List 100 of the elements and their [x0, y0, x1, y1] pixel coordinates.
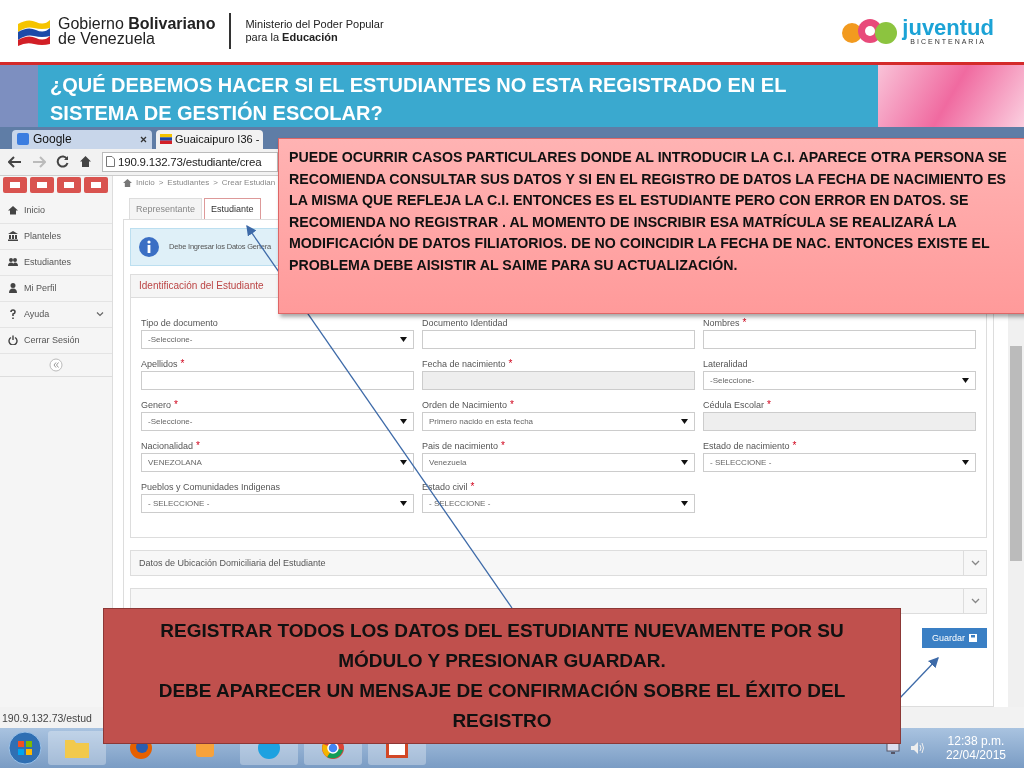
breadcrumb-link[interactable]: Estudiantes — [167, 178, 210, 188]
field-label: Orden de Nacimiento — [422, 398, 508, 412]
dropdown-arrow-icon — [681, 418, 688, 424]
government-name: Gobierno Bolivariano — [58, 16, 216, 31]
sidebar-item[interactable]: Inicio — [0, 197, 112, 224]
ministry-name: para la Educación — [245, 31, 339, 44]
sidebar-item[interactable]: Cerrar Sesión — [0, 327, 112, 354]
ministry-name: Ministerio del Poder Popular — [245, 18, 384, 31]
government-name: de Venezuela — [58, 31, 156, 46]
clock-date: 22/04/2015 — [945, 748, 1006, 762]
toolbar-shortcut-icon[interactable] — [84, 176, 108, 193]
home-icon — [123, 178, 132, 187]
chevron-icon — [970, 559, 980, 566]
toolbar-shortcut-icon[interactable] — [30, 176, 54, 193]
clock-time: 12:38 p.m. — [947, 734, 1005, 748]
accordion-panel[interactable]: Datos de Ubicación Domiciliaria del Estudiante — [130, 549, 987, 576]
search-engine-icon — [17, 133, 29, 146]
dropdown-arrow-icon — [962, 377, 969, 383]
toolbar-shortcut-icon[interactable] — [57, 176, 81, 193]
speaker-icon[interactable] — [909, 741, 926, 755]
back-icon[interactable] — [8, 155, 22, 168]
dropdown-arrow-icon — [681, 459, 688, 465]
user-icon — [8, 283, 18, 294]
select-field[interactable]: Venezuela — [422, 452, 695, 472]
field-label: Nombres — [703, 316, 740, 330]
power-icon — [8, 335, 18, 346]
callout-tooltip: PUEDE OCURRIR CASOS PARTICULARES DONDE AL INTRODUCIR LA C.I. APARECE OTRA PERSONA SE RECOMIENDA CONSULTAR SUS DATOS Y SI EN EL REGISTRO DE DATOS LA FECHA DE NACIMIENTO ES LA MISMA QUE REFLEJA LA C.I. ENTONCES ES EL ESTUDIANTE PERO CON ERROR EN DATOS. SE RECOMIENDA NO REGISTRAR . AL MOMENTO DE INSCRIBIR ESA MATRÍCULA SE REALIZARÁ LA MODIFICACIÓN DE DATOS FILIATORIOS. DE NO COINCIDIR LA FECHA DE NAC. ENTONCES EXISTE EL PROBLEMA DEBE AISISTIR AL SAIME PARA SU ACTUALIZACIÓN. — [278, 138, 1024, 314]
field-label: Nacionalidad — [141, 439, 194, 453]
sidebar-item[interactable]: Ayuda — [0, 301, 112, 328]
field-label: Documento Identidad — [422, 316, 508, 330]
sidebar-item[interactable]: Mi Perfil — [0, 275, 112, 302]
required-mark: * — [501, 438, 505, 453]
input-field[interactable] — [703, 411, 976, 431]
chevron-icon — [970, 597, 980, 604]
breadcrumb-link[interactable]: Inicio — [136, 178, 155, 188]
input-field[interactable] — [141, 370, 414, 390]
status-url: 190.9.132.73/estud — [1, 711, 92, 724]
browser-tab[interactable]: Google — [12, 129, 152, 149]
form-tab[interactable]: Representante — [129, 197, 203, 219]
select-field[interactable]: -Seleccione- — [703, 370, 976, 390]
field-label: Estado de nacimiento — [703, 439, 790, 453]
select-field[interactable]: - SELECCIONE - — [141, 493, 414, 513]
required-mark: * — [470, 479, 475, 494]
toolbar-shortcut-icon[interactable] — [3, 176, 27, 193]
close-icon[interactable] — [140, 135, 147, 143]
select-field[interactable]: -Seleccione- — [141, 329, 414, 349]
required-mark: * — [196, 438, 200, 453]
select-field[interactable]: - SELECCIONE - — [703, 452, 976, 472]
callout-tooltip: REGISTRAR TODOS LOS DATOS DEL ESTUDIANTE NUEVAMENTE POR SU MÓDULO Y PRESIONAR GUARDAR. DEBE APARECER UN MENSAJE DE CONFIRMACIÓN SOBRE EL ÉXITO DEL REGISTRO — [103, 608, 901, 744]
field-label: Apellidos — [141, 357, 178, 371]
sidebar-item[interactable]: Planteles — [0, 223, 112, 250]
address-bar[interactable]: 190.9.132.73/estudiante/crea — [102, 151, 278, 172]
required-mark: * — [742, 315, 747, 330]
users-icon — [8, 257, 18, 268]
form-tab[interactable]: Estudiante — [204, 197, 261, 219]
dropdown-arrow-icon — [400, 459, 407, 465]
select-field[interactable]: Primero nacido en esta fecha — [422, 411, 695, 431]
browser-tab[interactable]: Guaicaipuro I36 - — [156, 129, 264, 149]
required-mark: * — [174, 397, 178, 412]
slide-title: ¿QUÉ DEBEMOS HACER SI EL ESTUDIANTES NO ESTA REGISTRADO EN EL SISTEMA DE GESTIÓN ESCOLAR? — [38, 65, 878, 127]
band-background — [0, 65, 38, 127]
sidebar-item[interactable]: Estudiantes — [0, 249, 112, 276]
dropdown-arrow-icon — [400, 336, 407, 342]
required-mark: * — [792, 438, 797, 453]
required-mark: * — [767, 397, 771, 412]
scrollbar-thumb[interactable] — [1010, 345, 1022, 561]
input-field[interactable] — [422, 370, 695, 390]
reload-icon[interactable] — [56, 155, 69, 169]
field-label: Pais de nacimiento — [422, 439, 499, 453]
start-button-icon[interactable] — [8, 731, 42, 765]
info-icon — [139, 236, 159, 257]
required-mark: * — [180, 356, 185, 371]
breadcrumb-link[interactable]: Crear Estudian — [221, 178, 276, 188]
select-field[interactable]: VENEZOLANA — [141, 452, 414, 472]
help-icon — [8, 309, 18, 320]
bank-icon — [8, 231, 18, 242]
home-icon — [8, 205, 18, 216]
field-label: Pueblos y Comunidades Indigenas — [141, 480, 281, 494]
home-icon[interactable] — [79, 155, 92, 169]
field-label: Fecha de nacimiento — [422, 357, 506, 371]
field-label: Cédula Escolar — [703, 398, 765, 412]
breadcrumb-separator: > — [213, 178, 218, 188]
dropdown-arrow-icon — [400, 500, 407, 506]
page-icon — [106, 156, 115, 168]
required-mark: * — [510, 397, 514, 412]
logo-word: juventud — [902, 17, 994, 38]
input-field[interactable] — [422, 329, 695, 349]
field-label: Lateralidad — [703, 357, 748, 371]
dropdown-arrow-icon — [962, 459, 969, 465]
dropdown-arrow-icon — [400, 418, 407, 424]
input-field[interactable] — [703, 329, 976, 349]
dropdown-arrow-icon — [681, 500, 688, 506]
select-field[interactable]: -Seleccione- — [141, 411, 414, 431]
save-button[interactable]: Guardar — [921, 627, 987, 648]
flag-icon — [160, 134, 172, 145]
network-icon[interactable] — [885, 741, 900, 755]
panel-title: Identificación del Estudiante — [139, 280, 264, 292]
breadcrumb-separator: > — [158, 178, 164, 188]
field-label: Tipo de documento — [141, 316, 218, 330]
field-label: Genero — [141, 398, 172, 412]
